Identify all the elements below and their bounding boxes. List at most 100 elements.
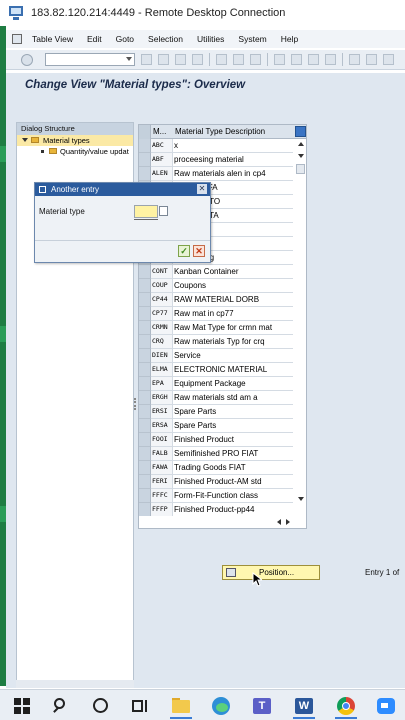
select-all-button[interactable] bbox=[139, 125, 151, 139]
close-icon[interactable]: ✕ bbox=[197, 184, 207, 194]
material-type-description[interactable]: Service bbox=[173, 349, 293, 363]
row-selector[interactable] bbox=[139, 167, 151, 181]
row-selector[interactable] bbox=[139, 139, 151, 153]
scroll-down-icon[interactable] bbox=[298, 497, 304, 501]
row-selector[interactable] bbox=[139, 503, 151, 517]
material-type-description[interactable]: ELECTRONIC MATERIAL bbox=[173, 363, 293, 377]
command-field[interactable] bbox=[45, 53, 135, 66]
menu-utilities[interactable]: Utilities bbox=[197, 34, 224, 44]
enter-check-icon[interactable] bbox=[21, 53, 33, 66]
scroll-down-icon[interactable] bbox=[298, 154, 304, 158]
row-selector[interactable] bbox=[139, 461, 151, 475]
menu-help[interactable]: Help bbox=[281, 34, 298, 44]
table-row[interactable]: CONT Kanban Container bbox=[139, 265, 306, 279]
dialog-titlebar[interactable]: Another entry ✕ bbox=[35, 183, 210, 196]
last-page-icon[interactable] bbox=[325, 54, 336, 65]
search-icon[interactable] bbox=[52, 697, 70, 715]
horizontal-scrollbar[interactable] bbox=[139, 516, 306, 528]
row-selector[interactable] bbox=[139, 391, 151, 405]
row-selector[interactable] bbox=[139, 419, 151, 433]
edge-browser-icon[interactable] bbox=[212, 697, 230, 715]
row-selector[interactable] bbox=[139, 433, 151, 447]
column-header-description[interactable]: Material Type Description bbox=[175, 127, 265, 136]
table-row[interactable]: CP77 Raw mat in cp77 bbox=[139, 307, 306, 321]
first-page-icon[interactable] bbox=[274, 54, 285, 65]
material-type-description[interactable]: Finished Product-pp44 bbox=[173, 503, 293, 517]
material-type-input[interactable] bbox=[134, 205, 158, 218]
scroll-left-icon[interactable] bbox=[277, 519, 281, 525]
row-selector[interactable] bbox=[139, 293, 151, 307]
row-selector[interactable] bbox=[139, 307, 151, 321]
file-explorer-icon[interactable] bbox=[172, 697, 190, 715]
menu-goto[interactable]: Goto bbox=[116, 34, 134, 44]
material-type-description[interactable]: Raw Mat Type for crmn mat bbox=[173, 321, 293, 335]
cancel-x-icon[interactable]: ✕ bbox=[193, 245, 205, 257]
chevron-down-icon[interactable] bbox=[126, 57, 132, 61]
row-selector[interactable] bbox=[139, 489, 151, 503]
material-type-description[interactable]: Semifinished PRO FIAT bbox=[173, 447, 293, 461]
new-session-icon[interactable] bbox=[349, 54, 360, 65]
material-type-description[interactable]: x bbox=[173, 139, 293, 153]
table-row[interactable]: ERSA Spare Parts bbox=[139, 419, 306, 433]
windows-start-icon[interactable] bbox=[13, 697, 31, 715]
menu-system[interactable]: System bbox=[238, 34, 266, 44]
material-type-description[interactable]: Spare Parts bbox=[173, 405, 293, 419]
scroll-thumb[interactable] bbox=[296, 164, 305, 174]
material-type-description[interactable]: Raw materials alen in cp4 bbox=[173, 167, 293, 181]
save-icon[interactable] bbox=[141, 54, 152, 65]
material-type-description[interactable]: proceesing material bbox=[173, 153, 293, 167]
teams-icon[interactable]: T bbox=[253, 697, 271, 715]
material-type-description[interactable]: Finished Product-AM std bbox=[173, 475, 293, 489]
table-row[interactable]: ERSI Spare Parts bbox=[139, 405, 306, 419]
cancel-icon[interactable] bbox=[192, 54, 203, 65]
table-row[interactable]: CRMN Raw Mat Type for crmn mat bbox=[139, 321, 306, 335]
material-type-description[interactable]: Raw mat in cp77 bbox=[173, 307, 293, 321]
row-selector[interactable] bbox=[139, 279, 151, 293]
table-row[interactable]: ERGH Raw materials std am a bbox=[139, 391, 306, 405]
print-icon[interactable] bbox=[216, 54, 227, 65]
column-header-code[interactable]: M... bbox=[153, 127, 166, 136]
row-selector[interactable] bbox=[139, 349, 151, 363]
menu-edit[interactable]: Edit bbox=[87, 34, 102, 44]
exit-icon[interactable] bbox=[175, 54, 186, 65]
back-icon[interactable] bbox=[158, 54, 169, 65]
sap-menu-icon[interactable] bbox=[12, 34, 22, 44]
row-selector[interactable] bbox=[139, 153, 151, 167]
table-row[interactable]: FFFP Finished Product-pp44 bbox=[139, 503, 306, 517]
table-row[interactable]: FERI Finished Product-AM std bbox=[139, 475, 306, 489]
previous-page-icon[interactable] bbox=[291, 54, 302, 65]
zoom-icon[interactable] bbox=[377, 697, 395, 715]
material-type-description[interactable]: Trading Goods FIAT bbox=[173, 461, 293, 475]
value-help-icon[interactable] bbox=[159, 206, 168, 216]
table-row[interactable]: FFFC Form-Fit-Function class bbox=[139, 489, 306, 503]
cortana-icon[interactable] bbox=[92, 697, 110, 715]
table-row[interactable]: CRQ Raw materials Typ for crq bbox=[139, 335, 306, 349]
expand-arrow-icon[interactable] bbox=[22, 138, 28, 142]
table-row[interactable]: ABC x bbox=[139, 139, 306, 153]
scroll-up-icon[interactable] bbox=[298, 142, 304, 146]
table-row[interactable]: COUP Coupons bbox=[139, 279, 306, 293]
material-type-description[interactable]: Form-Fit-Function class bbox=[173, 489, 293, 503]
material-type-description[interactable]: Raw materials Typ for crq bbox=[173, 335, 293, 349]
table-row[interactable]: ABF proceesing material bbox=[139, 153, 306, 167]
row-selector[interactable] bbox=[139, 475, 151, 489]
position-button[interactable]: Position... bbox=[222, 565, 320, 580]
row-selector[interactable] bbox=[139, 377, 151, 391]
material-type-description[interactable]: Equipment Package bbox=[173, 377, 293, 391]
table-row[interactable]: ALEN Raw materials alen in cp4 bbox=[139, 167, 306, 181]
table-row[interactable]: FAWA Trading Goods FIAT bbox=[139, 461, 306, 475]
confirm-check-icon[interactable]: ✓ bbox=[178, 245, 190, 257]
tree-item-quantity-value-update[interactable]: Quantity/value updat bbox=[17, 146, 133, 157]
find-next-icon[interactable] bbox=[250, 54, 261, 65]
scroll-right-icon[interactable] bbox=[286, 519, 290, 525]
next-page-icon[interactable] bbox=[308, 54, 319, 65]
chrome-icon[interactable] bbox=[337, 697, 355, 715]
table-row[interactable]: ELMA ELECTRONIC MATERIAL bbox=[139, 363, 306, 377]
table-row[interactable]: EPA Equipment Package bbox=[139, 377, 306, 391]
table-row[interactable]: FALB Semifinished PRO FIAT bbox=[139, 447, 306, 461]
material-type-description[interactable]: Coupons bbox=[173, 279, 293, 293]
help-icon[interactable] bbox=[383, 54, 394, 65]
row-selector[interactable] bbox=[139, 265, 151, 279]
table-row[interactable]: DIEN Service bbox=[139, 349, 306, 363]
row-selector[interactable] bbox=[139, 447, 151, 461]
